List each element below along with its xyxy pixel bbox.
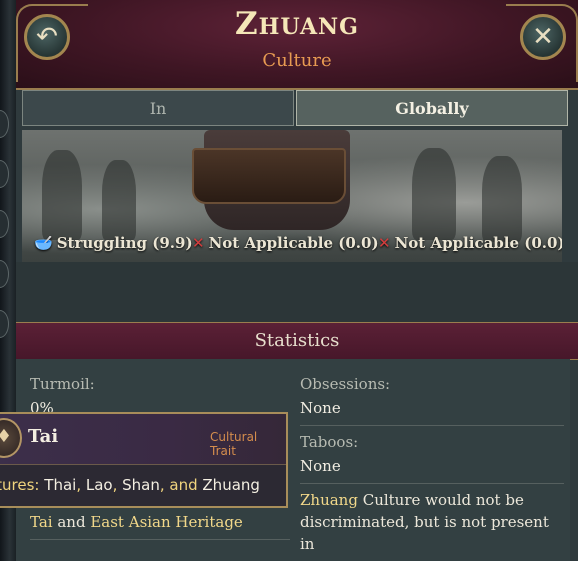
divider: [300, 425, 564, 426]
culture-item: Thai: [44, 476, 77, 494]
obsessions-value[interactable]: None: [300, 399, 341, 417]
standard-of-living-row: 🥣 Struggling (9.9) ✕ Not Applicable (0.0) …: [22, 234, 562, 258]
statistics-heading: Statistics: [16, 322, 578, 360]
tab-globally[interactable]: Globally: [296, 90, 568, 126]
left-knob: [0, 110, 9, 138]
separator: , and: [159, 476, 203, 494]
tooltip-header: ♦ Tai Cultural Trait: [0, 414, 286, 465]
background-figure: [102, 160, 136, 240]
left-knob: [0, 310, 9, 338]
separator: ,: [76, 476, 86, 494]
taboos-value[interactable]: None: [300, 457, 341, 475]
cross-icon: ✕: [192, 234, 205, 252]
status-label: Not Applicable (0.0): [394, 234, 562, 252]
status-label: Struggling (9.9): [56, 234, 193, 252]
basket-image: [192, 148, 346, 204]
back-arrow-icon: ↶: [36, 22, 58, 52]
left-knob: [0, 260, 9, 288]
left-knob: [0, 210, 9, 238]
back-button[interactable]: ↶: [24, 14, 70, 60]
status-struggling[interactable]: 🥣 Struggling (9.9): [34, 234, 193, 252]
cross-icon: ✕: [378, 234, 391, 252]
separator: ,: [112, 476, 123, 494]
background-figure: [482, 156, 522, 242]
divider: [30, 539, 290, 540]
status-not-applicable[interactable]: ✕ Not Applicable (0.0): [378, 234, 562, 252]
page-title: Zhuang: [235, 6, 359, 42]
scope-tabs: In Globally: [22, 90, 570, 128]
divider: [300, 483, 564, 484]
bowl-icon: 🥣: [34, 234, 53, 252]
panel-header: Zhuang Culture ↶ ✕: [16, 0, 578, 90]
tooltip-type: Cultural Trait: [210, 430, 258, 458]
culture-illustration: 🥣 Struggling (9.9) ✕ Not Applicable (0.0) …: [22, 130, 562, 262]
tooltip-title: Tai: [28, 426, 59, 447]
close-button[interactable]: ✕: [520, 14, 566, 60]
left-knob: [0, 160, 9, 188]
spacer-area: [16, 262, 578, 322]
tab-in[interactable]: In: [22, 90, 294, 126]
obsessions-label: Obsessions:: [300, 375, 391, 393]
trait-tai-link[interactable]: Tai: [30, 513, 53, 531]
tooltip-cultures: ltures: Thai, Lao, Shan, and Zhuang: [0, 476, 260, 494]
trait-heritage-link[interactable]: East Asian Heritage: [90, 513, 242, 531]
background-figure: [412, 148, 456, 240]
heritage-joiner: and: [52, 513, 91, 531]
cultures-prefix: ltures:: [0, 476, 40, 494]
cultural-trait-icon: ♦: [0, 418, 22, 458]
culture-item: Shan: [122, 476, 160, 494]
discrimination-note: Zhuang Culture would not be discriminate…: [300, 489, 560, 555]
background-figure: [42, 150, 82, 240]
close-icon: ✕: [532, 22, 554, 52]
status-label: Not Applicable (0.0): [208, 234, 379, 252]
culture-link[interactable]: Zhuang: [300, 491, 358, 509]
culture-item: Zhuang: [202, 476, 260, 494]
taboos-label: Taboos:: [300, 433, 359, 451]
status-not-applicable[interactable]: ✕ Not Applicable (0.0): [192, 234, 379, 252]
trait-tooltip: ♦ Tai Cultural Trait ltures: Thai, Lao, …: [0, 412, 288, 508]
heritage-traits: Tai and East Asian Heritage: [30, 513, 243, 531]
turmoil-label: Turmoil:: [30, 375, 95, 393]
culture-item: Lao: [85, 476, 113, 494]
page-subtitle: Culture: [262, 50, 332, 71]
